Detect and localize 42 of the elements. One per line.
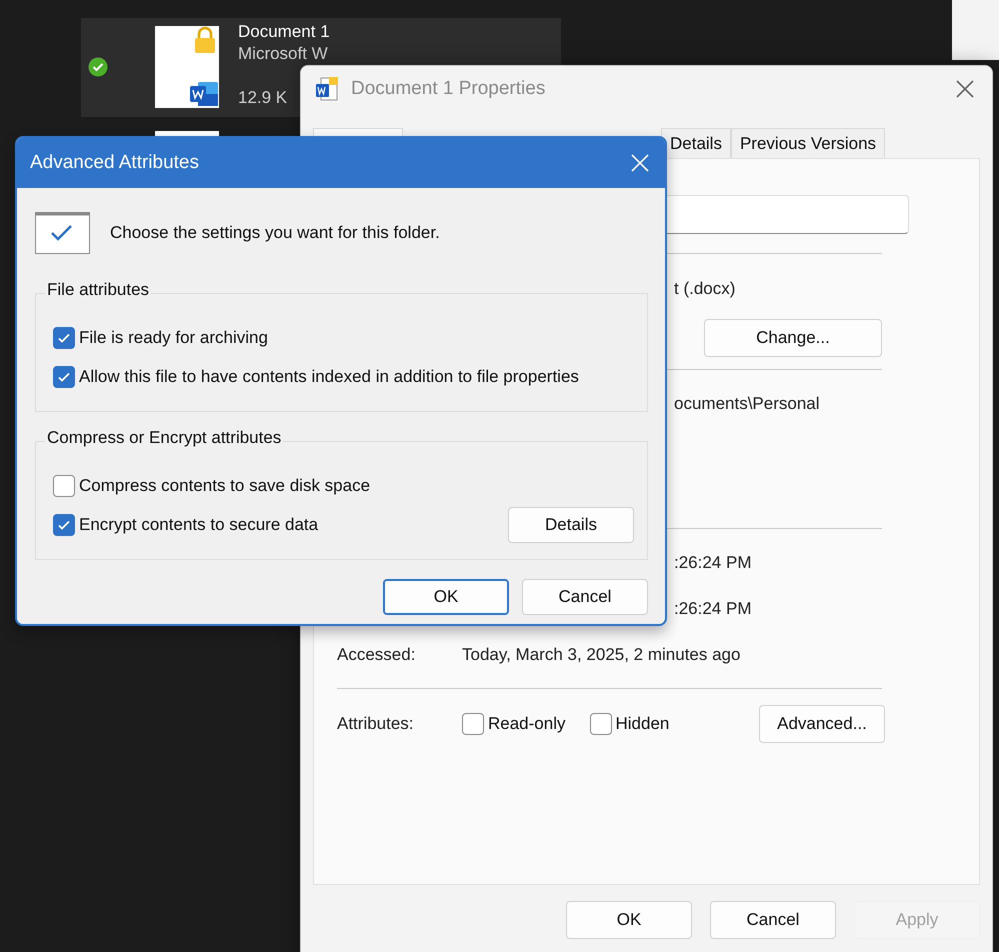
checkbox-label: Hidden (616, 714, 670, 734)
modified-value: :26:24 PM (673, 599, 752, 619)
word-document-icon (315, 76, 341, 102)
dialog-button[interactable]: Cancel (522, 579, 648, 615)
checkbox[interactable] (462, 713, 484, 735)
advanced-button[interactable]: Advanced... (759, 705, 885, 743)
accessed-label: Accessed: (337, 645, 416, 665)
accessed-value: Today, March 3, 2025, 2 minutes ago (462, 645, 740, 665)
tab[interactable]: Details (661, 128, 731, 158)
dialog-title: Advanced Attributes (30, 152, 200, 174)
file-size: 12.9 K (238, 88, 288, 108)
close-icon (956, 80, 974, 98)
checkbox[interactable] (53, 514, 75, 536)
checkbox[interactable] (53, 366, 75, 388)
checkbox-label: Allow this file to have contents indexed in addition to file properties (79, 366, 579, 386)
intro-text: Choose the settings you want for this folder. (110, 223, 440, 243)
file-type-value: t (.docx) (673, 279, 736, 299)
details-button[interactable]: Details (508, 506, 634, 542)
group-title: Compress or Encrypt attributes (45, 428, 284, 448)
checkbox[interactable] (590, 713, 612, 735)
dialog-button[interactable]: OK (566, 901, 692, 939)
file-type: Microsoft W (238, 44, 328, 64)
checkbox-label: Read-only (488, 714, 566, 734)
change-button[interactable]: Change... (704, 319, 882, 357)
word-icon (190, 82, 218, 106)
location-value: ocuments\Personal (673, 394, 820, 414)
checkbox[interactable] (53, 326, 75, 348)
lock-icon (194, 26, 216, 54)
attributes-label: Attributes: (337, 714, 415, 734)
checkbox-label: Compress contents to save disk space (79, 476, 370, 496)
tab[interactable]: Previous Versions (730, 128, 886, 158)
file-name: Document 1 (238, 22, 330, 42)
checkbox[interactable] (53, 474, 75, 496)
checkbox-label: Encrypt contents to secure data (79, 514, 318, 534)
dialog-button[interactable]: OK (383, 579, 509, 615)
checkbox-label: File is ready for archiving (79, 328, 268, 348)
background-window (952, 0, 999, 60)
checkbox-window-icon (35, 212, 90, 254)
created-value: :26:24 PM (673, 553, 752, 573)
close-icon (631, 154, 649, 172)
dialog-button[interactable]: Cancel (710, 901, 836, 939)
window-title: Document 1 Properties (351, 78, 546, 100)
